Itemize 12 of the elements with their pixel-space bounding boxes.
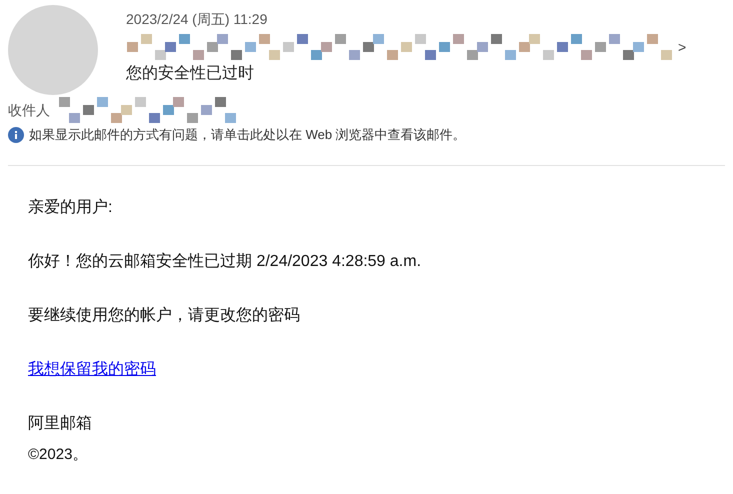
body-paragraph: 你好！您的云邮箱安全性已过期 2/24/2023 4:28:59 a.m. bbox=[28, 252, 422, 272]
body-paragraph: 亲爱的用户: bbox=[28, 198, 114, 218]
body-paragraph: 要继续使用您的帐户，请更改您的密码 bbox=[28, 306, 301, 326]
recipient-label: 收件人 bbox=[8, 100, 50, 120]
body-paragraph: 阿里邮箱 bbox=[28, 414, 93, 434]
copyright-text: ©2023。 bbox=[28, 444, 88, 464]
expand-chevron[interactable]: > bbox=[678, 36, 686, 58]
email-date: 2023/2/24 (周五) 11:29 bbox=[126, 10, 268, 29]
email-subject: 您的安全性已过时 bbox=[126, 64, 255, 84]
info-icon bbox=[8, 126, 24, 143]
display-notice[interactable]: 如果显示此邮件的方式有问题，请单击此处以在 Web 浏览器中查看该邮件。 bbox=[29, 125, 466, 144]
keep-password-link[interactable]: 我想保留我的密码 bbox=[28, 358, 156, 382]
